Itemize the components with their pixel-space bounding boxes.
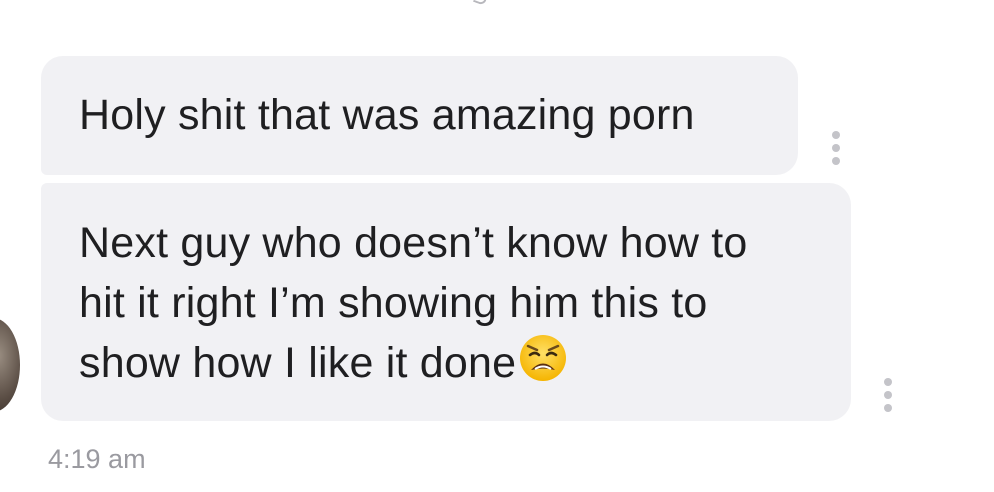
message-menu-icon[interactable] [884,378,892,412]
sender-avatar[interactable] [0,318,20,412]
message-bubble[interactable]: Next guy who doesn’t know how to hit it … [41,183,851,421]
message-text: Holy shit that was amazing porn [79,91,695,139]
message-menu-icon[interactable] [832,131,840,165]
message-line: hit it right I’m showing him this to [79,279,708,327]
message-line: show how I like it done [79,333,813,393]
top-cutoff-glyph [472,0,488,6]
weary-face-emoji-icon [520,335,567,381]
message-line: Next guy who doesn’t know how to [79,219,748,267]
message-bubble[interactable]: Holy shit that was amazing porn [41,56,798,175]
message-timestamp: 4:19 am [48,444,146,474]
